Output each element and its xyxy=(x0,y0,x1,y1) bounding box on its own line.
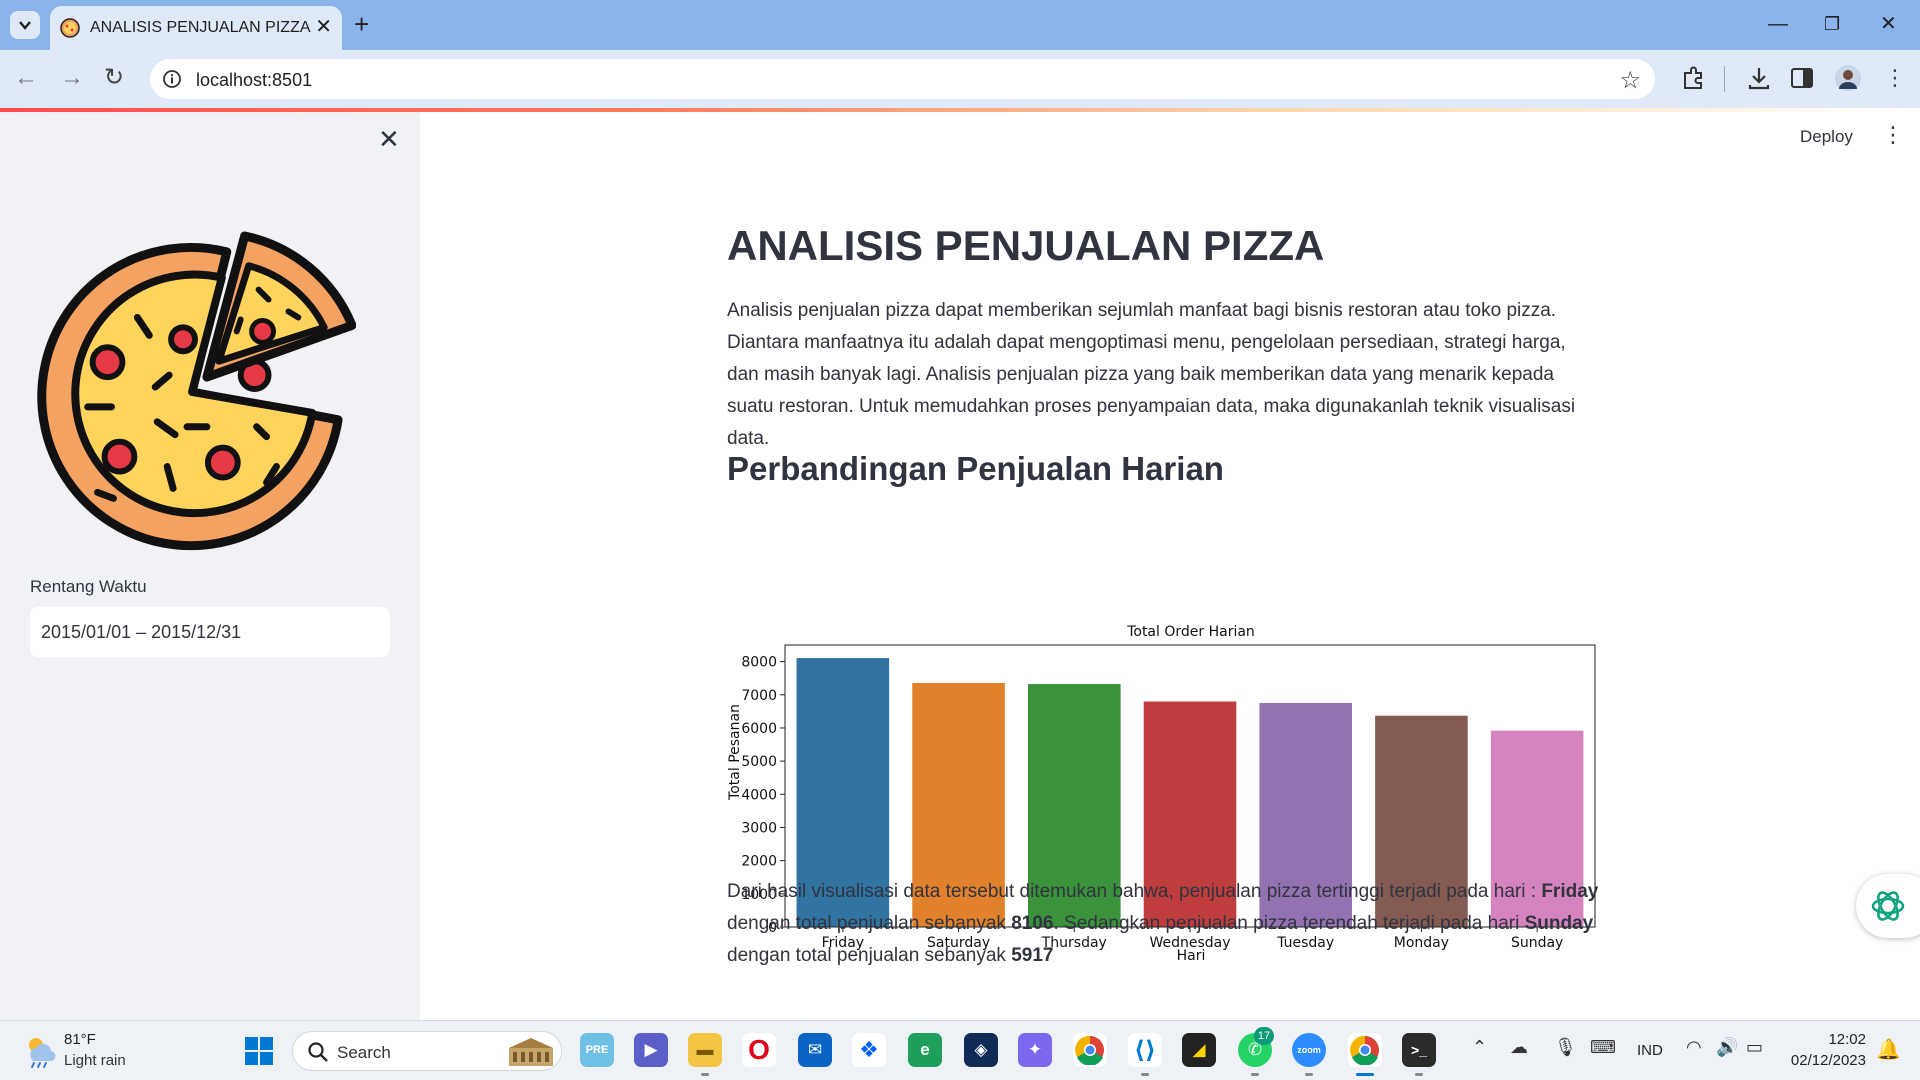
restore-button[interactable]: ❐ xyxy=(1824,12,1840,36)
address-bar[interactable]: localhost:8501 ☆ xyxy=(150,59,1655,99)
store-icon[interactable]: ◈ xyxy=(964,1033,998,1067)
mail-icon[interactable]: ✉ xyxy=(798,1033,832,1067)
conclusion-text-2: dengan total penjualan sebanyak xyxy=(727,913,1012,934)
extensions-icon[interactable] xyxy=(1680,65,1706,91)
y-tick-label: 4000 xyxy=(741,787,777,803)
battery-icon[interactable]: ▭ xyxy=(1746,1037,1763,1058)
sidebar: ✕ Rentang Waktu 2015/01/01 – 2015/12/31 xyxy=(0,112,420,1020)
notification-bell-icon[interactable]: 🔔 xyxy=(1876,1037,1901,1062)
y-tick-label: 8000 xyxy=(741,655,777,671)
show-hidden-icons-icon[interactable]: ⌃ xyxy=(1472,1037,1487,1058)
dropbox-icon[interactable]: ❖ xyxy=(852,1033,886,1067)
browser-toolbar: ← → ↻ localhost:8501 ☆ ⋮ xyxy=(0,50,1920,108)
y-axis-label: Total Pesanan xyxy=(727,704,743,801)
browser-menu-icon[interactable]: ⋮ xyxy=(1884,65,1906,91)
weather-description: Light rain xyxy=(64,1052,126,1069)
microphone-icon[interactable]: 🎙 xyxy=(1554,1037,1577,1058)
chevron-down-icon xyxy=(19,21,31,30)
teams-icon[interactable]: ▶ xyxy=(634,1033,668,1067)
copilot-icon[interactable]: ✦ xyxy=(1018,1033,1052,1067)
taskbar-search-box[interactable]: Search xyxy=(292,1031,562,1071)
close-window-button[interactable]: ✕ xyxy=(1880,12,1897,36)
intro-paragraph: Analisis penjualan pizza dapat memberika… xyxy=(727,300,1576,449)
running-indicator xyxy=(701,1073,709,1076)
site-info-icon[interactable] xyxy=(162,69,182,89)
browser-tab[interactable]: ANALISIS PENJUALAN PIZZA ✕ xyxy=(50,6,342,50)
main-menu-icon[interactable]: ⋮ xyxy=(1882,124,1904,146)
lowest-total: 5917 xyxy=(1011,945,1054,966)
volume-icon[interactable]: 🔊 xyxy=(1716,1037,1738,1058)
date-range-value: 2015/01/01 – 2015/12/31 xyxy=(41,622,242,642)
date-range-input[interactable]: 2015/01/01 – 2015/12/31 xyxy=(30,607,390,657)
vscode-icon[interactable]: ⟨⟩ xyxy=(1128,1033,1162,1067)
url-text: localhost:8501 xyxy=(196,70,313,90)
search-label: Search xyxy=(337,1043,391,1062)
pizza-favicon-icon xyxy=(60,18,80,38)
lowest-day: Sunday xyxy=(1524,913,1594,934)
running-indicator xyxy=(1415,1073,1423,1076)
sidebar-close-icon[interactable]: ✕ xyxy=(378,126,400,152)
search-highlight-image xyxy=(509,1038,553,1066)
side-panel-icon[interactable] xyxy=(1790,66,1814,90)
y-tick-label: 2000 xyxy=(741,854,777,870)
onedrive-offline-icon[interactable]: ☁ xyxy=(1510,1037,1528,1058)
conclusion-text-4: dengan total penjualan sebanyak xyxy=(727,945,1012,966)
conclusion-paragraph: Dari hasil visualisasi data tersebut dit… xyxy=(727,876,1602,972)
pizza-logo-image xyxy=(37,231,356,551)
running-indicator xyxy=(1251,1073,1259,1076)
weather-temperature: 81°F xyxy=(64,1031,96,1048)
forward-button[interactable]: → xyxy=(60,65,84,91)
clock-date[interactable]: 02/12/2023 xyxy=(1784,1052,1866,1069)
conclusion-text-3: . Sedangkan penjualan pizza terendah ter… xyxy=(1053,913,1525,934)
zoom-icon[interactable]: zoom xyxy=(1292,1033,1326,1067)
new-tab-button[interactable]: + xyxy=(354,9,369,39)
highest-total: 8106 xyxy=(1011,913,1054,934)
y-tick-label: 5000 xyxy=(741,754,777,770)
input-language[interactable]: IND xyxy=(1637,1042,1663,1059)
windows-start-icon[interactable] xyxy=(244,1036,274,1066)
minimize-button[interactable]: — xyxy=(1768,12,1788,36)
search-icon xyxy=(308,1042,328,1062)
keyboard-icon[interactable]: ⌨ xyxy=(1590,1037,1616,1058)
copilot-pre-icon[interactable]: PRE xyxy=(580,1033,614,1067)
assistant-chat-button[interactable] xyxy=(1856,874,1920,938)
tab-close-icon[interactable]: ✕ xyxy=(315,16,332,38)
profile-avatar[interactable] xyxy=(1834,64,1862,92)
edge-icon[interactable]: e xyxy=(908,1033,942,1067)
back-button[interactable]: ← xyxy=(14,65,38,91)
download-icon[interactable] xyxy=(1746,65,1772,91)
conclusion-text-1: Dari hasil visualisasi data tersebut dit… xyxy=(727,881,1542,902)
tab-title: ANALISIS PENJUALAN PIZZA xyxy=(90,19,311,36)
date-range-label: Rentang Waktu xyxy=(30,577,147,596)
reload-button[interactable]: ↻ xyxy=(104,65,124,91)
file-explorer-icon[interactable]: ▬ xyxy=(688,1033,722,1067)
running-indicator xyxy=(1141,1073,1149,1076)
section-heading: Perbandingan Penjualan Harian xyxy=(727,450,1224,487)
active-indicator xyxy=(1356,1073,1374,1076)
chrome-icon[interactable] xyxy=(1073,1033,1107,1067)
sticky-notes-icon[interactable]: ◢ xyxy=(1182,1033,1216,1067)
terminal-icon[interactable]: >_ xyxy=(1402,1033,1436,1067)
deploy-button[interactable]: Deploy xyxy=(1800,127,1853,147)
browser-tab-strip: ANALISIS PENJUALAN PIZZA ✕ + — ❐ ✕ xyxy=(0,0,1920,50)
running-indicator xyxy=(1305,1073,1313,1076)
y-tick-label: 3000 xyxy=(741,820,777,836)
wifi-icon[interactable]: ◠ xyxy=(1686,1037,1702,1058)
chrome-profile-icon[interactable] xyxy=(1348,1033,1382,1067)
openai-logo-icon xyxy=(1871,891,1905,921)
weather-rain-icon[interactable] xyxy=(22,1033,58,1069)
chart-title: Total Order Harian xyxy=(1126,624,1255,640)
y-tick-label: 6000 xyxy=(741,721,777,737)
whatsapp-badge: 17 xyxy=(1254,1027,1274,1045)
taskbar: 81°F Light rain Search PRE ▶ ▬ O ✉ ❖ e ◈… xyxy=(0,1020,1920,1080)
y-tick-label: 7000 xyxy=(741,688,777,704)
highest-day: Friday xyxy=(1541,881,1599,902)
opera-icon[interactable]: O xyxy=(742,1033,776,1067)
bookmark-star-icon[interactable]: ☆ xyxy=(1619,66,1641,95)
page-title: ANALISIS PENJUALAN PIZZA xyxy=(727,222,1325,269)
tab-search-button[interactable] xyxy=(10,11,40,39)
clock-time[interactable]: 12:02 xyxy=(1814,1031,1866,1048)
